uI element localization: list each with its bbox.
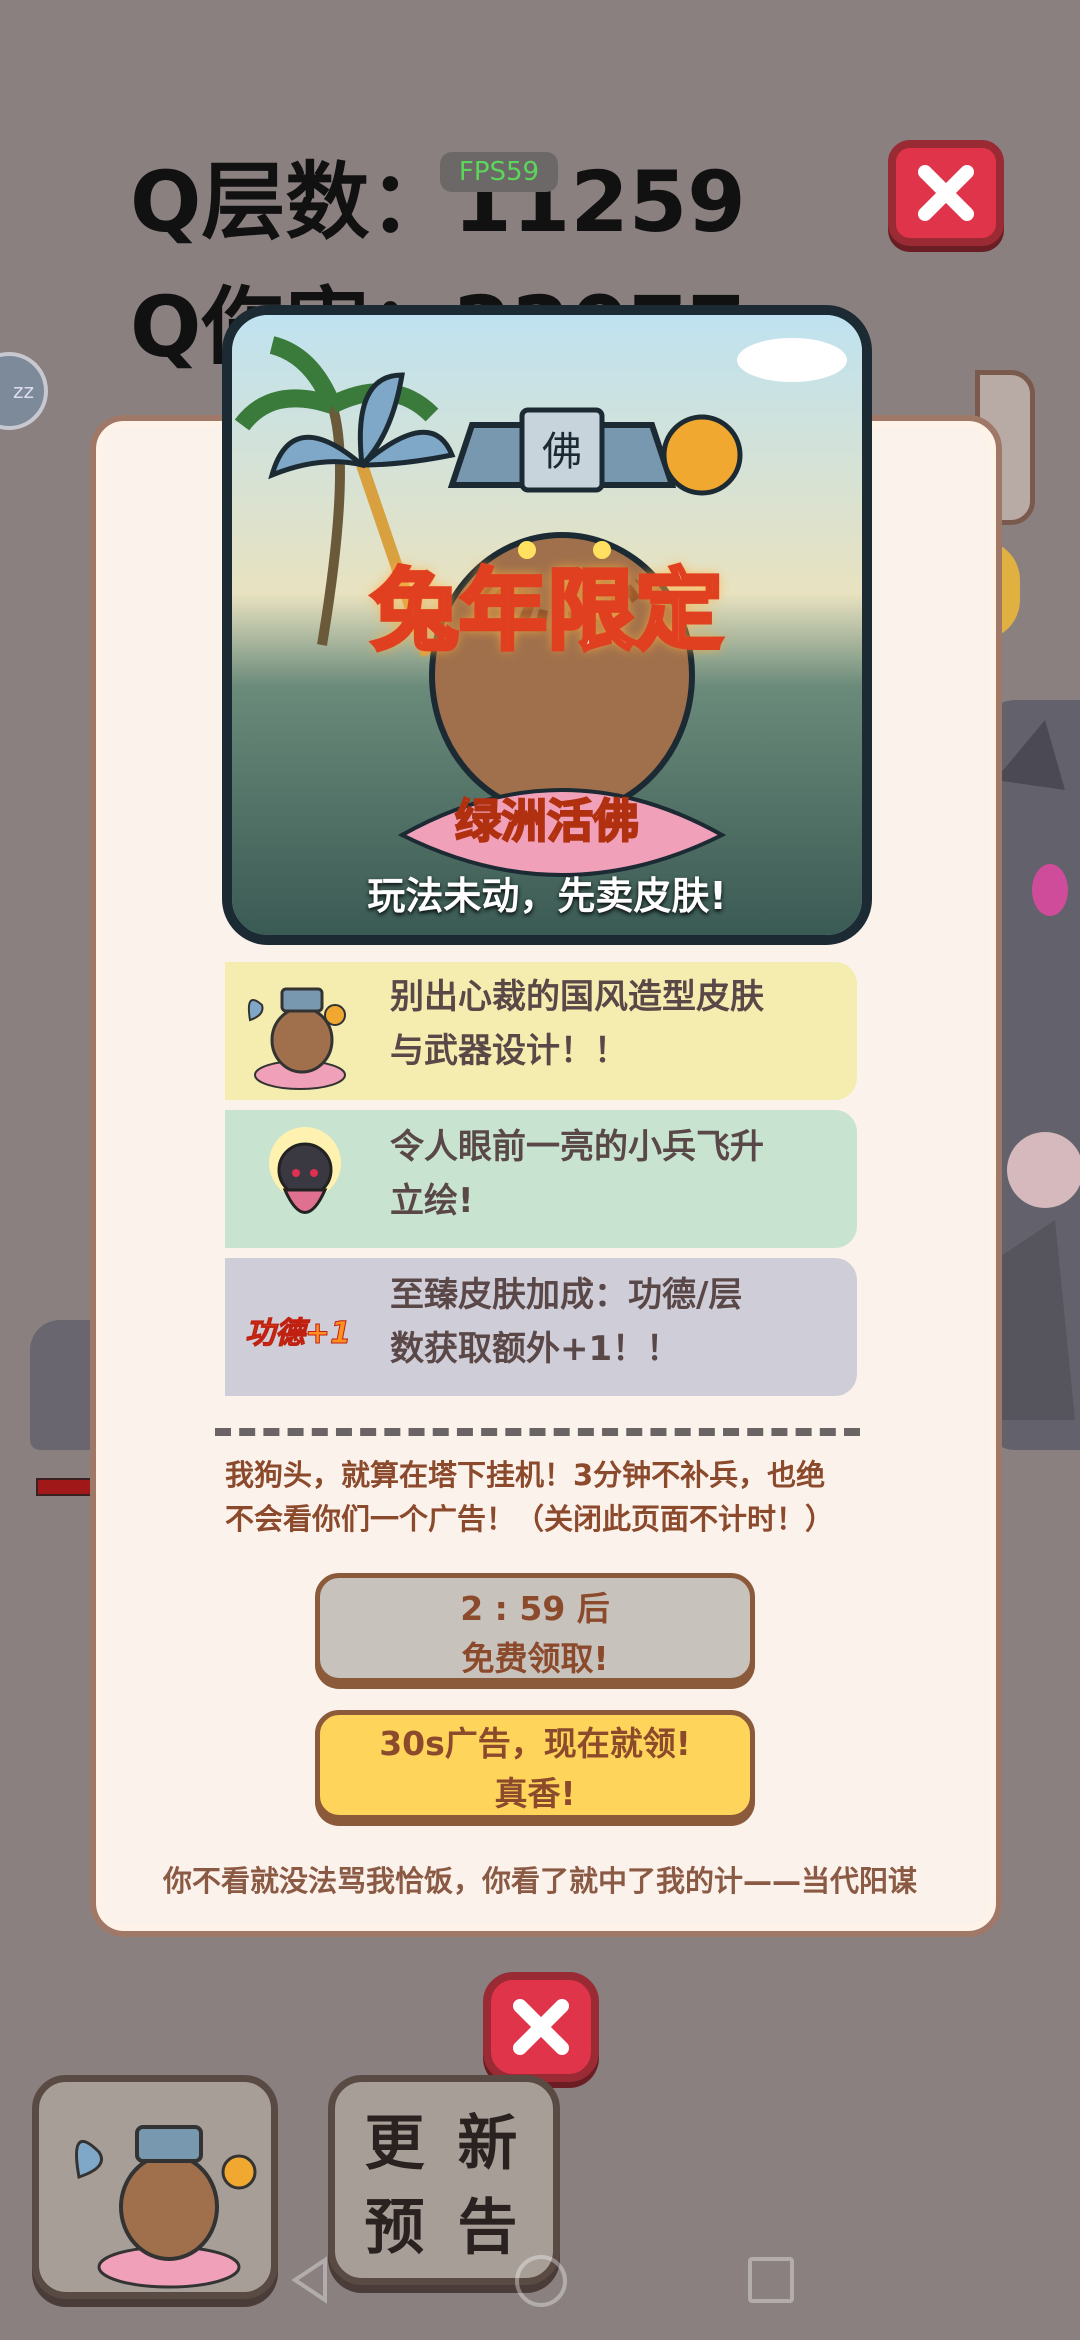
nav-back-icon[interactable] — [290, 2255, 330, 2309]
hat-glyph: 佛 — [542, 429, 582, 475]
skin-figure-icon — [240, 975, 355, 1094]
watch-ad-button[interactable]: 30s广告，现在就领! 真香! — [315, 1710, 755, 1820]
feature-bonus-text: 至臻皮肤加成：功德/层 数获取额外+1！！ — [390, 1275, 743, 1369]
banner-caption: 玩法未动，先卖皮肤! — [367, 874, 727, 918]
fps-counter: FPS59 — [440, 152, 558, 192]
close-icon — [918, 165, 974, 221]
top-close-button[interactable] — [888, 140, 1004, 246]
divider — [215, 1428, 860, 1436]
footer-text: 你不看就没法骂我恰饭，你看了就中了我的计——当代阳谋 — [162, 1864, 917, 1898]
side-badge[interactable]: zz — [0, 352, 48, 430]
banner-subtitle: 绿洲活佛 — [454, 793, 640, 849]
nav-recent-icon[interactable] — [748, 2257, 794, 2303]
skin-figure-icon — [75, 2125, 257, 2289]
panel-close-button[interactable] — [483, 1972, 599, 2082]
update-preview-button[interactable]: 更 新预 告 — [328, 2075, 560, 2285]
skin-banner: 佛 兔年限定 绿洲活佛 玩法未动，先卖皮肤! — [222, 305, 872, 945]
bonus-badge-icon: 功德+1 — [244, 1316, 352, 1352]
minion-icon — [255, 1125, 355, 1239]
enemy-health-bar — [36, 1478, 96, 1496]
skin-shop-button[interactable] — [32, 2075, 278, 2299]
banner-title: 兔年限定 — [369, 557, 725, 664]
nav-home-icon[interactable] — [515, 2255, 567, 2307]
close-icon — [513, 1999, 569, 2055]
timer-claim-button[interactable]: 2 : 59 后免费领取! — [315, 1573, 755, 1683]
layer-count: Q层数：11259 — [130, 153, 746, 251]
notice-text: 我狗头，就算在塔下挂机！3分钟不补兵，也绝 不会看你们一个广告！（关闭此页面不计时… — [225, 1458, 835, 1536]
feature-minion-text: 令人眼前一亮的小兵飞升 立绘! — [390, 1127, 764, 1221]
feature-skin-text: 别出心裁的国风造型皮肤 与武器设计！！ — [390, 977, 764, 1071]
left-monster — [30, 1320, 90, 1450]
